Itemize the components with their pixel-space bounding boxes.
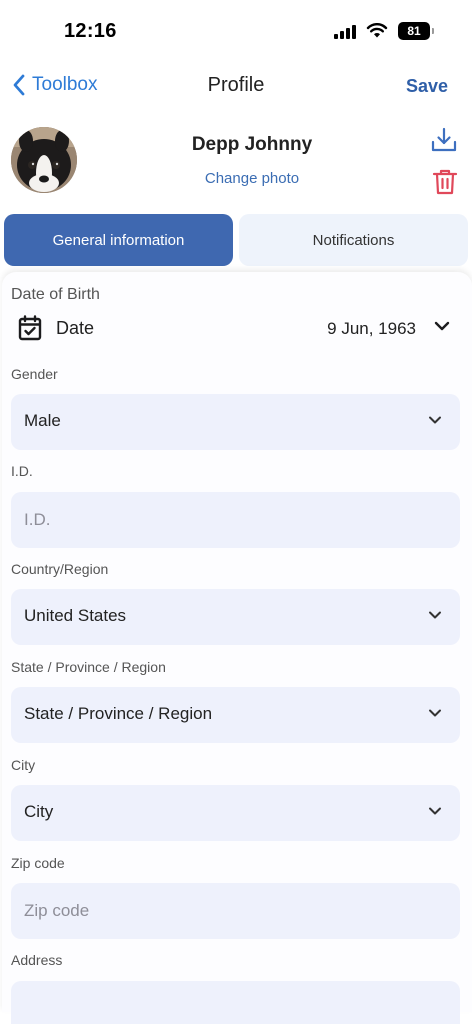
tab-general-information[interactable]: General information bbox=[4, 214, 233, 266]
profile-name: Depp Johnny bbox=[191, 134, 313, 155]
state-value: State / Province / Region bbox=[24, 704, 213, 723]
cellular-signal-icon bbox=[334, 23, 356, 39]
address-label: Address bbox=[11, 952, 63, 968]
chevron-down-icon bbox=[434, 321, 450, 331]
city-label: City bbox=[11, 757, 36, 773]
chevron-down-icon bbox=[429, 807, 441, 815]
avatar[interactable] bbox=[11, 127, 77, 193]
status-bar: 12:16 81 bbox=[0, 0, 472, 62]
chevron-down-icon bbox=[429, 709, 441, 717]
date-of-birth-label: Date of Birth bbox=[11, 286, 100, 303]
download-icon[interactable] bbox=[430, 126, 458, 154]
save-button[interactable]: Save bbox=[406, 76, 448, 97]
zip-code-label: Zip code bbox=[11, 855, 65, 871]
id-input[interactable] bbox=[11, 492, 460, 548]
state-select[interactable]: State / Province / Region bbox=[11, 687, 460, 743]
chevron-down-icon bbox=[429, 611, 441, 619]
tab-notifications[interactable]: Notifications bbox=[239, 214, 468, 266]
navigation-bar: Toolbox Profile Save bbox=[0, 62, 472, 112]
date-of-birth-picker[interactable]: Date 9 Jun, 1963 bbox=[18, 312, 454, 346]
battery-level: 81 bbox=[407, 24, 421, 38]
country-value: United States bbox=[24, 606, 127, 625]
status-icons: 81 bbox=[334, 22, 434, 40]
avatar-photo bbox=[11, 127, 77, 193]
gender-select[interactable]: Male bbox=[11, 394, 460, 450]
country-select[interactable]: United States bbox=[11, 589, 460, 645]
status-time: 12:16 bbox=[64, 20, 117, 42]
tab-general-information-label: General information bbox=[52, 231, 185, 249]
date-word: Date bbox=[56, 318, 95, 338]
gender-label: Gender bbox=[11, 366, 58, 382]
change-photo-link[interactable]: Change photo bbox=[120, 170, 384, 187]
page-title: Profile bbox=[207, 74, 265, 96]
country-label: Country/Region bbox=[11, 561, 109, 577]
wifi-icon bbox=[366, 23, 388, 38]
trash-icon[interactable] bbox=[432, 168, 458, 196]
address-field[interactable] bbox=[11, 981, 460, 1024]
id-label: I.D. bbox=[11, 463, 33, 479]
calendar-check-icon bbox=[18, 315, 42, 341]
zip-code-input[interactable] bbox=[11, 883, 460, 939]
chevron-down-icon bbox=[429, 416, 441, 424]
city-value: City bbox=[24, 802, 54, 821]
city-select[interactable]: City bbox=[11, 785, 460, 841]
date-of-birth-value: 9 Jun, 1963 bbox=[327, 319, 416, 338]
battery-indicator: 81 bbox=[398, 22, 434, 40]
id-field[interactable] bbox=[11, 492, 460, 548]
zip-code-field[interactable] bbox=[11, 883, 460, 939]
gender-value: Male bbox=[24, 411, 61, 430]
state-label: State / Province / Region bbox=[11, 659, 166, 675]
tab-notifications-label: Notifications bbox=[312, 231, 395, 249]
